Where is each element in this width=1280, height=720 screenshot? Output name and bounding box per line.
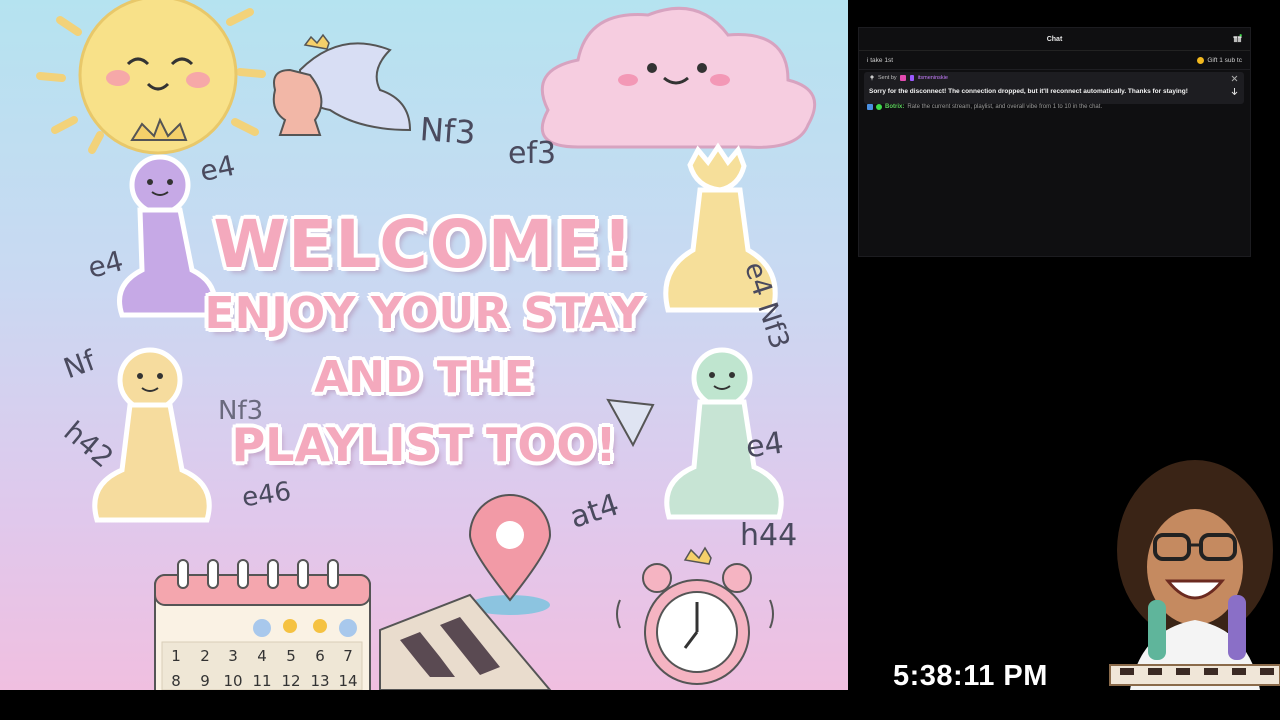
calendar-day: 11: [252, 672, 271, 690]
chevron-down-icon[interactable]: [1231, 88, 1238, 95]
gift-sub-label: Gift 1 sub tc: [1207, 56, 1242, 64]
chat-message-text: Rate the current stream, playlist, and o…: [907, 104, 1103, 110]
chess-move-label: h44: [740, 518, 798, 553]
chat-message: Botrix: Rate the current stream, playlis…: [867, 104, 1102, 110]
notice-username[interactable]: itsmeninskie: [918, 75, 948, 81]
welcome-subtitle-line: ENJOY YOUR STAY: [204, 288, 644, 339]
verified-badge-icon: [876, 104, 882, 110]
bottom-bar: [0, 690, 1280, 720]
pinned-text: i take 1st: [867, 56, 894, 64]
welcome-artwork: 1 2 3 4 5 6 7 8 9 10 11 12 13 14 Nf3 ef3…: [0, 0, 848, 690]
notice-message: Sorry for the disconnect! The connection…: [869, 88, 1188, 95]
chat-username[interactable]: Botrix:: [885, 104, 904, 110]
stream-clock: 5:38:11 PM: [893, 660, 1048, 692]
chat-title: Chat: [1046, 35, 1063, 43]
calendar-day: 10: [223, 672, 242, 690]
pinned-bar: i take 1st Gift 1 sub tc: [859, 51, 1250, 70]
welcome-subtitle-line: PLAYLIST TOO!: [231, 418, 617, 472]
gift-icon[interactable]: [1233, 34, 1242, 43]
map-pin-icon: [468, 494, 552, 615]
pin-icon: [870, 75, 874, 81]
moderator-badge-icon: [899, 75, 906, 81]
notice-sent-by: Sent by: [878, 75, 897, 81]
chat-header: Chat: [859, 28, 1250, 51]
calendar-day: 13: [310, 672, 329, 690]
calendar-icon: 1 2 3 4 5 6 7 8 9 10 11 12 13 14: [154, 559, 371, 690]
chat-panel: Chat i take 1st Gift 1 sub tc Sent by it…: [858, 27, 1251, 257]
pinned-message: Sent by itsmeninskie Sorry for the disco…: [864, 72, 1244, 104]
calendar-day: 5: [286, 647, 296, 665]
unpin-icon[interactable]: [1231, 75, 1238, 82]
calendar-day: 8: [171, 672, 181, 690]
coin-icon: [1197, 56, 1205, 64]
dove-icon: [272, 33, 412, 136]
chess-move-label: ef3: [508, 136, 557, 171]
calendar-day: 2: [200, 647, 210, 665]
calendar-day: 4: [257, 647, 267, 665]
cloud-icon: [540, 6, 817, 149]
chess-move-label: Nf3: [418, 110, 477, 152]
calendar-day: 3: [228, 647, 238, 665]
welcome-title: WELCOME!: [213, 206, 635, 283]
calendar-day: 7: [343, 647, 353, 665]
alarm-clock-icon: [616, 546, 774, 685]
gift-sub-button[interactable]: Gift 1 sub tc: [1197, 56, 1242, 64]
calendar-day: 14: [338, 672, 357, 690]
artwork-illustration: 1 2 3 4 5 6 7 8 9 10 11 12 13 14: [36, 0, 817, 690]
notice-header: Sent by itsmeninskie: [869, 75, 948, 81]
sun-icon: [36, 0, 266, 155]
calendar-day: 6: [315, 647, 325, 665]
calendar-day: 9: [200, 672, 210, 690]
streamer-avatar: [1109, 460, 1280, 690]
calendar-day: 12: [281, 672, 300, 690]
welcome-subtitle-line: AND THE: [314, 352, 534, 403]
calendar-day: 1: [171, 647, 181, 665]
subscriber-badge-icon: [909, 75, 914, 81]
bot-badge-icon: [867, 104, 873, 110]
